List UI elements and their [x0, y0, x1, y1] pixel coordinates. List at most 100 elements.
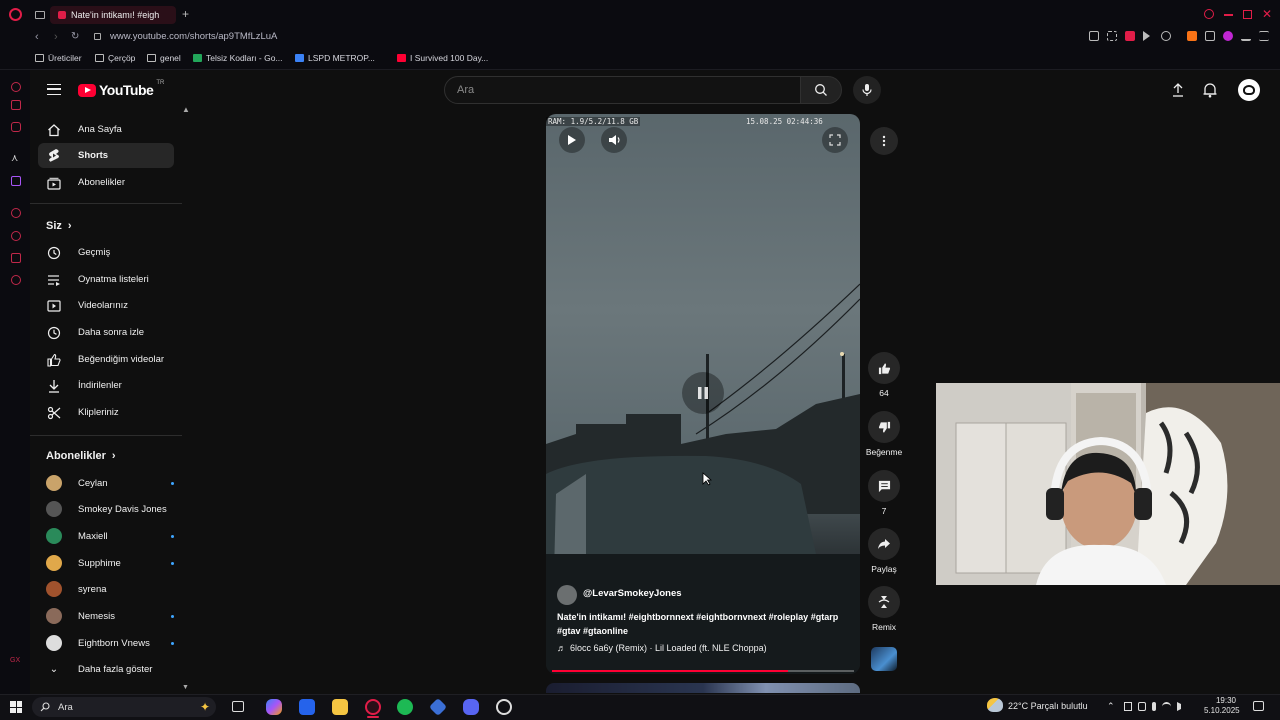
player-icon[interactable]: [1143, 31, 1150, 41]
sidebar-item-playlists[interactable]: Oynatma listeleri: [38, 267, 174, 292]
close-button[interactable]: ✕: [1262, 7, 1272, 21]
opera-logo-icon[interactable]: [9, 8, 22, 21]
task-view-icon[interactable]: [232, 701, 244, 712]
sidebar-item-downloads[interactable]: İndirilenler: [38, 373, 174, 398]
search-button[interactable]: [800, 76, 842, 104]
channel-avatar[interactable]: [557, 585, 577, 605]
fullscreen-button[interactable]: [822, 127, 848, 153]
subscription-channel[interactable]: Eightborn Vnews: [46, 633, 174, 653]
sidebar-item-subscriptions[interactable]: Abonelikler: [38, 170, 174, 195]
sidebar-scroll-down-icon[interactable]: ▼: [182, 684, 189, 691]
sidebar-history-icon[interactable]: [11, 231, 21, 241]
comments-button[interactable]: [868, 470, 900, 502]
sound-thumbnail[interactable]: [871, 647, 897, 671]
music-link[interactable]: ♬ 6locc 6a6y (Remix) · Lil Loaded (ft. N…: [557, 643, 767, 653]
profile-icon[interactable]: [1223, 31, 1233, 41]
sidebar-item-watch-later[interactable]: Daha sonra izle: [38, 320, 174, 345]
bookmark-link[interactable]: I Survived 100 Day...: [397, 53, 488, 63]
sidebar-item-your-videos[interactable]: Videolarınız: [38, 293, 174, 318]
minimize-button[interactable]: [1224, 14, 1233, 16]
sidebar-twitch-icon[interactable]: [11, 176, 21, 186]
like-button[interactable]: [868, 352, 900, 384]
youtube-logo[interactable]: YouTube TR: [78, 80, 164, 98]
weather-text[interactable]: 22°C Parçalı bulutlu: [1008, 701, 1088, 711]
more-options-button[interactable]: [870, 127, 898, 155]
sidebar-item-liked-videos[interactable]: Beğendiğim videolar: [38, 347, 174, 372]
dislike-action[interactable]: Beğenme: [866, 411, 902, 457]
new-tab-button[interactable]: +: [182, 7, 189, 21]
search-input[interactable]: Ara: [444, 76, 801, 104]
sidebar-section-you[interactable]: Siz ›: [46, 220, 72, 232]
tab-workspaces-icon[interactable]: [35, 11, 45, 19]
comments-action[interactable]: 7: [868, 470, 900, 516]
heart-icon[interactable]: [1161, 31, 1171, 41]
clock[interactable]: 19:30 5.10.2025: [1204, 696, 1240, 716]
hamburger-menu-button[interactable]: [47, 84, 61, 95]
subscription-channel[interactable]: Nemesis: [46, 606, 174, 626]
subscription-channel[interactable]: syrena: [46, 579, 174, 599]
spotify-icon[interactable]: [397, 699, 413, 715]
sidebar-settings-icon[interactable]: [11, 275, 21, 285]
like-action[interactable]: 64: [868, 352, 900, 398]
sidebar-cube-icon[interactable]: [11, 253, 21, 263]
sidebar-player-icon[interactable]: [11, 208, 21, 218]
sidebar-app-icon[interactable]: ⋏: [11, 153, 18, 164]
subscription-channel[interactable]: Maxiell: [46, 526, 174, 546]
sidebar-section-subscriptions[interactable]: Abonelikler ›: [46, 450, 116, 462]
menu-icon[interactable]: [1259, 31, 1269, 41]
taskbar-search[interactable]: Ara ✦: [32, 697, 216, 717]
next-short-preview[interactable]: [546, 683, 860, 693]
subscription-channel[interactable]: Supphime: [46, 553, 174, 573]
sidebar-item-clips[interactable]: Klipleriniz: [38, 400, 174, 425]
voice-search-button[interactable]: [853, 76, 881, 104]
extensions-icon[interactable]: [1205, 31, 1215, 41]
volume-button[interactable]: [601, 127, 627, 153]
subscription-channel[interactable]: Ceylan: [46, 473, 174, 493]
back-button[interactable]: ‹: [35, 31, 39, 43]
avatar[interactable]: [1238, 79, 1260, 101]
sidebar-scroll-up-icon[interactable]: ▲: [182, 105, 190, 114]
discord-icon[interactable]: [463, 699, 479, 715]
extension-fox-icon[interactable]: [1187, 31, 1197, 41]
remix-action[interactable]: Remix: [868, 586, 900, 632]
bookmark-page-icon[interactable]: [1089, 31, 1099, 41]
share-button[interactable]: [868, 528, 900, 560]
start-button[interactable]: [10, 701, 22, 713]
maximize-button[interactable]: [1243, 10, 1252, 19]
sidebar-ai-icon[interactable]: [11, 82, 21, 92]
sidebar-messenger-icon[interactable]: [11, 100, 21, 110]
sidebar-instagram-icon[interactable]: [11, 122, 21, 132]
file-explorer-icon[interactable]: [332, 699, 348, 715]
forward-button[interactable]: ›: [54, 31, 58, 43]
bookmark-folder[interactable]: Üreticiler: [35, 53, 82, 63]
pocket-icon[interactable]: [1125, 31, 1135, 41]
subscription-channel[interactable]: Smokey Davis Jones: [46, 499, 174, 519]
browser-tab-active[interactable]: Nate'in intikamı! #eigh: [50, 6, 176, 24]
sidebar-item-shorts[interactable]: Shorts: [38, 143, 174, 168]
bookmark-folder[interactable]: Çerçöp: [95, 53, 135, 63]
reload-button[interactable]: ↻: [71, 31, 79, 42]
weather-icon[interactable]: [987, 698, 1003, 712]
share-action[interactable]: Paylaş: [868, 528, 900, 574]
sidebar-item-history[interactable]: Geçmiş: [38, 240, 174, 265]
remix-button[interactable]: [868, 586, 900, 618]
channel-name-link[interactable]: @LevarSmokeyJones: [583, 588, 682, 599]
tray-icons[interactable]: [1124, 702, 1186, 711]
show-more-button[interactable]: ⌄ Daha fazla göster: [46, 659, 174, 679]
window-search-icon[interactable]: [1204, 9, 1214, 19]
copilot-icon[interactable]: [266, 699, 282, 715]
play-button[interactable]: [559, 127, 585, 153]
downloads-icon[interactable]: [1241, 31, 1251, 41]
bookmark-folder[interactable]: genel: [147, 53, 181, 63]
snapshot-icon[interactable]: [1107, 31, 1117, 41]
upload-button[interactable]: [1172, 83, 1184, 102]
notification-center-icon[interactable]: [1253, 701, 1264, 711]
bookmark-link[interactable]: LSPD METROP...: [295, 53, 375, 63]
opera-gx-taskbar-icon[interactable]: [365, 699, 381, 715]
sidebar-item-home[interactable]: Ana Sayfa: [38, 117, 174, 142]
notifications-button[interactable]: [1203, 82, 1217, 103]
url-field[interactable]: www.youtube.com/shorts/ap9TMfLzLuA: [110, 31, 277, 42]
dislike-button[interactable]: [868, 411, 900, 443]
store-icon[interactable]: [299, 699, 315, 715]
tray-chevron-up-icon[interactable]: ⌃: [1107, 701, 1115, 712]
